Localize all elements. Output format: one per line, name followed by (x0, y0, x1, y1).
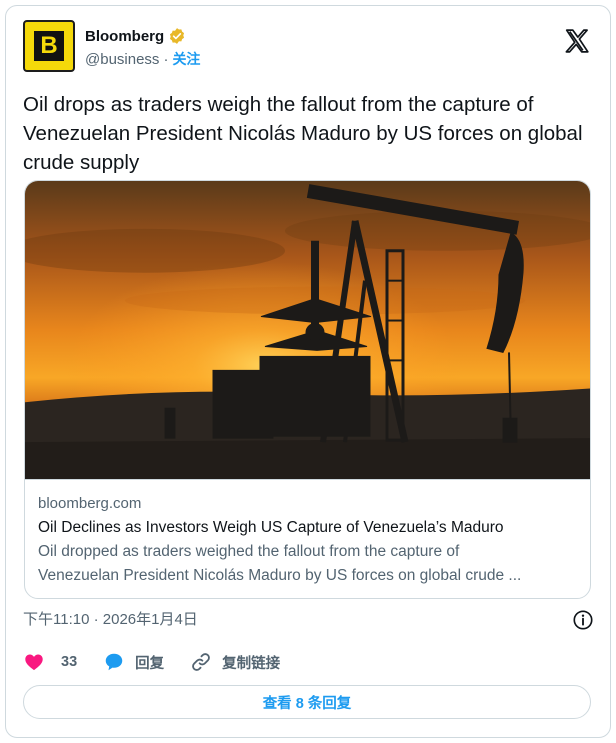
action-bar: 33 回复 复制链接 (23, 650, 306, 674)
info-icon[interactable] (572, 609, 594, 631)
view-replies-button[interactable]: 查看 8 条回复 (23, 685, 591, 719)
timestamp-row: 下午11:10 · 2026年1月4日 (23, 608, 594, 632)
link-icon (192, 653, 210, 671)
card-body: bloomberg.com Oil Declines as Investors … (38, 493, 578, 588)
copy-link-label: 复制链接 (222, 655, 281, 672)
card-description-line-1: Oil dropped as traders weighed the fallo… (38, 543, 460, 560)
reply-label: 回复 (135, 655, 165, 672)
tweet-header: B Bloomberg @business · 关注 (23, 20, 596, 76)
verified-badge-icon (170, 28, 185, 44)
tweet-text: Oil drops as traders weigh the fallout f… (23, 93, 583, 174)
avatar[interactable]: B (23, 20, 75, 72)
follow-button[interactable]: 关注 (172, 49, 200, 69)
card-title: Oil Declines as Investors Weigh US Captu… (38, 519, 504, 536)
heart-icon (25, 654, 43, 671)
card-domain: bloomberg.com (38, 495, 142, 512)
oil-pumpjack-sunset-image (25, 181, 590, 480)
separator-dot: · (163, 50, 169, 68)
avatar-logo: B (34, 31, 64, 61)
author-handle[interactable]: @business (85, 51, 159, 68)
x-logo-icon[interactable] (564, 28, 590, 54)
like-button[interactable]: 33 (23, 651, 77, 673)
author-display-name[interactable]: Bloomberg (85, 28, 164, 45)
card-description-line-2: Venezuelan President Nicolás Maduro by U… (38, 567, 522, 584)
copy-link-button[interactable]: 复制链接 (190, 651, 280, 673)
tweet-card: B Bloomberg @business · 关注 Oil drops as … (5, 5, 611, 738)
author-block: Bloomberg @business · 关注 (85, 25, 200, 69)
like-count: 33 (61, 654, 78, 670)
view-replies-label: 查看 8 条回复 (262, 695, 352, 712)
tweet-timestamp[interactable]: 下午11:10 · 2026年1月4日 (23, 611, 198, 628)
link-preview-card[interactable]: bloomberg.com Oil Declines as Investors … (24, 180, 591, 599)
reply-bubble-icon (105, 653, 123, 671)
reply-button[interactable]: 回复 (103, 651, 164, 673)
